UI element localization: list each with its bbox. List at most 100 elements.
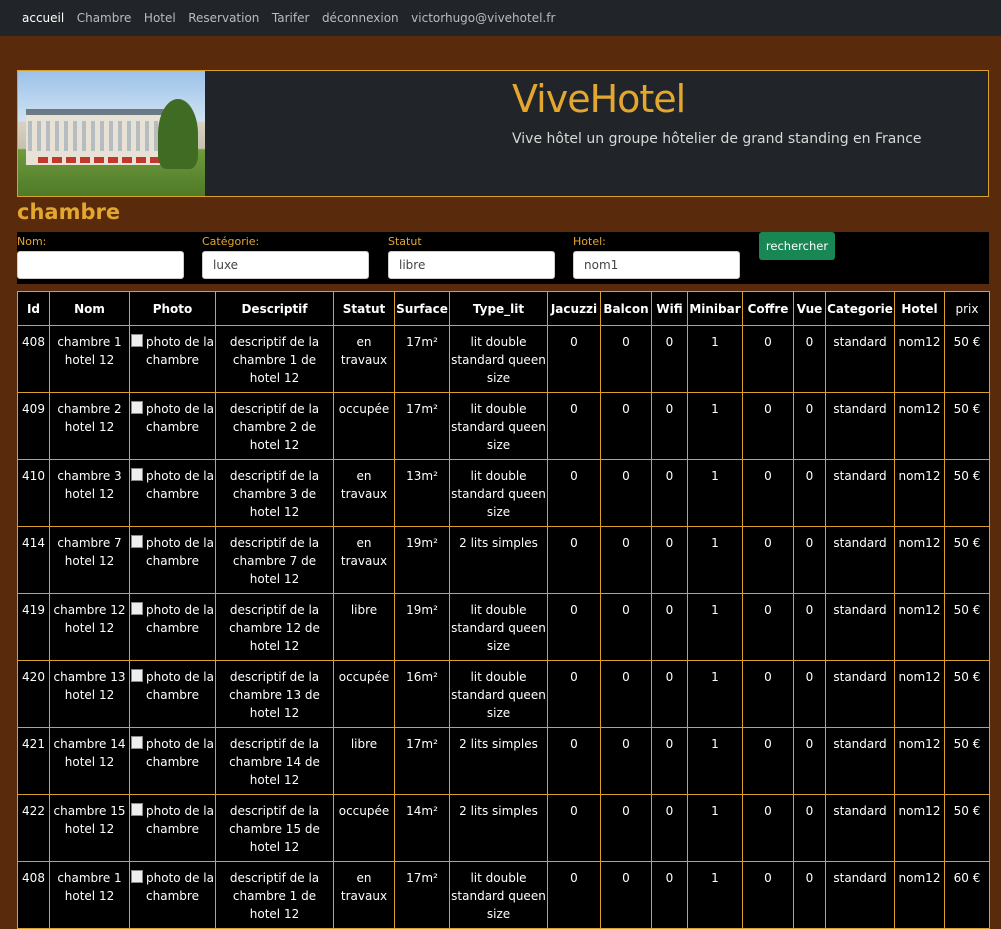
cell-descriptif: descriptif de la chambre 7 de hotel 12 <box>215 526 334 594</box>
cell-coffre: 0 <box>742 325 794 393</box>
nav-link-deconnexion[interactable]: déconnexion <box>322 11 399 25</box>
cell-minibar: 1 <box>687 593 743 661</box>
cell-surface: 13m² <box>394 459 450 527</box>
cell-photo: photo de la chambre <box>129 861 216 929</box>
photo-alt-text: photo de la chambre <box>146 335 214 367</box>
col-header-wifi: Wifi <box>651 291 688 326</box>
cell-prix: 50 € <box>944 727 990 795</box>
cell-statut: occupée <box>333 660 395 728</box>
cell-vue: 0 <box>793 794 826 862</box>
table-body: 408 chambre 1 hotel 12 photo de la chamb… <box>17 325 990 929</box>
nav-link-hotel[interactable]: Hotel <box>144 11 176 25</box>
cell-categorie: standard <box>825 526 895 594</box>
col-header-jacuzzi: Jacuzzi <box>547 291 601 326</box>
cell-coffre: 0 <box>742 794 794 862</box>
cell-vue: 0 <box>793 325 826 393</box>
cell-prix: 50 € <box>944 459 990 527</box>
broken-image-icon <box>131 602 144 615</box>
cell-hotel: nom12 <box>894 392 945 460</box>
cell-coffre: 0 <box>742 727 794 795</box>
photo-alt-text: photo de la chambre <box>146 670 214 702</box>
nav-link-tarifer[interactable]: Tarifer <box>272 11 310 25</box>
cell-statut: en travaux <box>333 325 395 393</box>
filter-statut: Statut <box>388 232 555 279</box>
nav-link-reservation[interactable]: Reservation <box>188 11 259 25</box>
filter-nom-label: Nom: <box>17 235 47 248</box>
photo-alt-text: photo de la chambre <box>146 737 214 769</box>
cell-nom: chambre 1 hotel 12 <box>49 325 130 393</box>
cell-photo: photo de la chambre <box>129 727 216 795</box>
col-header-descriptif: Descriptif <box>215 291 334 326</box>
cell-minibar: 1 <box>687 794 743 862</box>
cell-categorie: standard <box>825 660 895 728</box>
table-row: 408 chambre 1 hotel 12 photo de la chamb… <box>17 325 990 393</box>
categorie-input[interactable] <box>202 251 369 279</box>
filter-statut-label: Statut <box>388 235 422 248</box>
cell-prix: 50 € <box>944 526 990 594</box>
cell-type-lit: 2 lits simples <box>449 526 548 594</box>
col-header-surface: Surface <box>394 291 450 326</box>
cell-minibar: 1 <box>687 660 743 728</box>
cell-coffre: 0 <box>742 526 794 594</box>
cell-hotel: nom12 <box>894 861 945 929</box>
cell-balcon: 0 <box>600 593 652 661</box>
col-header-prix: prix <box>944 291 990 326</box>
cell-id: 408 <box>17 861 50 929</box>
cell-balcon: 0 <box>600 861 652 929</box>
cell-prix: 60 € <box>944 861 990 929</box>
col-header-id: Id <box>17 291 50 326</box>
cell-hotel: nom12 <box>894 526 945 594</box>
broken-image-icon <box>131 535 144 548</box>
cell-type-lit: lit double standard queen size <box>449 861 548 929</box>
cell-hotel: nom12 <box>894 727 945 795</box>
cell-nom: chambre 7 hotel 12 <box>49 526 130 594</box>
broken-image-icon <box>131 334 144 347</box>
cell-minibar: 1 <box>687 861 743 929</box>
cell-statut: occupée <box>333 794 395 862</box>
cell-balcon: 0 <box>600 727 652 795</box>
cell-hotel: nom12 <box>894 660 945 728</box>
cell-descriptif: descriptif de la chambre 3 de hotel 12 <box>215 459 334 527</box>
cell-categorie: standard <box>825 794 895 862</box>
cell-nom: chambre 1 hotel 12 <box>49 861 130 929</box>
rooms-table: Id Nom Photo Descriptif Statut Surface T… <box>17 291 990 929</box>
filter-nom: Nom: <box>17 232 184 279</box>
statut-input[interactable] <box>388 251 555 279</box>
nav-link-accueil[interactable]: accueil <box>22 11 64 25</box>
filter-categorie-label: Catégorie: <box>202 235 260 248</box>
table-row: 422 chambre 15 hotel 12 photo de la cham… <box>17 794 990 862</box>
site-tagline: Vive hôtel un groupe hôtelier de grand s… <box>512 131 922 147</box>
search-button[interactable]: rechercher <box>759 232 835 260</box>
cell-vue: 0 <box>793 861 826 929</box>
col-header-type-lit: Type_lit <box>449 291 548 326</box>
table-row: 419 chambre 12 hotel 12 photo de la cham… <box>17 593 990 661</box>
hotel-photo <box>18 71 205 196</box>
cell-type-lit: lit double standard queen size <box>449 593 548 661</box>
cell-wifi: 0 <box>651 392 688 460</box>
col-header-minibar: Minibar <box>687 291 743 326</box>
cell-minibar: 1 <box>687 392 743 460</box>
col-header-statut: Statut <box>333 291 395 326</box>
photo-alt-text: photo de la chambre <box>146 469 214 501</box>
cell-categorie: standard <box>825 392 895 460</box>
broken-image-icon <box>131 669 144 682</box>
cell-id: 421 <box>17 727 50 795</box>
cell-id: 408 <box>17 325 50 393</box>
hotel-input[interactable] <box>573 251 740 279</box>
nav-user-email[interactable]: victorhugo@vivehotel.fr <box>411 11 555 25</box>
broken-image-icon <box>131 401 144 414</box>
photo-alt-text: photo de la chambre <box>146 536 214 568</box>
cell-categorie: standard <box>825 861 895 929</box>
cell-categorie: standard <box>825 459 895 527</box>
cell-jacuzzi: 0 <box>547 593 601 661</box>
cell-photo: photo de la chambre <box>129 593 216 661</box>
col-header-vue: Vue <box>793 291 826 326</box>
table-row: 408 chambre 1 hotel 12 photo de la chamb… <box>17 861 990 929</box>
cell-minibar: 1 <box>687 727 743 795</box>
nom-input[interactable] <box>17 251 184 279</box>
cell-wifi: 0 <box>651 593 688 661</box>
cell-id: 420 <box>17 660 50 728</box>
cell-type-lit: lit double standard queen size <box>449 392 548 460</box>
nav-link-chambre[interactable]: Chambre <box>77 11 132 25</box>
cell-vue: 0 <box>793 660 826 728</box>
